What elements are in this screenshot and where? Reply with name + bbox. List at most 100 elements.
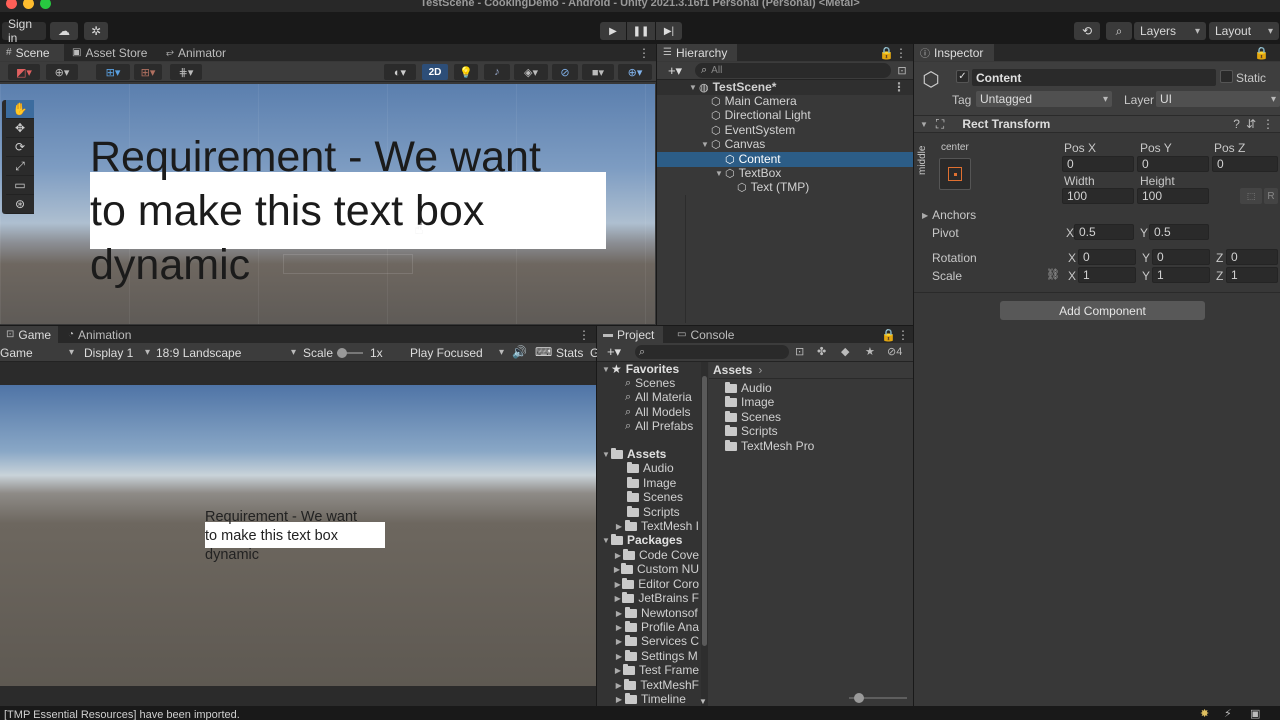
favorite-star-icon[interactable]: ★ xyxy=(865,345,875,358)
package-item[interactable]: ▶ Settings M xyxy=(613,649,699,664)
favorite-item[interactable]: ⌕ All Models xyxy=(625,405,699,420)
hierarchy-scene-row[interactable]: ▼ ◍ TestScene* ⋮ xyxy=(657,80,913,95)
project-search-input[interactable]: ⌕ xyxy=(635,345,789,359)
scale-x-field[interactable]: 1 xyxy=(1078,267,1136,283)
width-field[interactable]: 100 xyxy=(1062,188,1134,204)
tab-scene[interactable]: # Scene xyxy=(0,44,64,61)
lock-icon[interactable]: 🔒 xyxy=(879,44,894,61)
asset-folder-item[interactable]: Scripts xyxy=(627,505,699,520)
component-menu-icon[interactable]: ⋮ xyxy=(1262,117,1274,131)
snap-icon[interactable]: ⊞▾ xyxy=(134,64,162,80)
preset-icon[interactable]: ⇵ xyxy=(1246,117,1256,131)
effects-icon[interactable]: ◈▾ xyxy=(514,64,548,80)
tag-icon[interactable]: ◆ xyxy=(841,345,849,358)
tab-asset-store[interactable]: ▣ Asset Store xyxy=(66,44,158,61)
scene-menu-button[interactable]: ⋮ xyxy=(638,44,652,61)
asset-folder-item[interactable]: Image xyxy=(627,476,699,491)
scale-tool-icon[interactable]: ⤢ xyxy=(6,157,34,176)
stats-button[interactable]: Stats xyxy=(556,346,583,360)
hierarchy-item-text-tmp[interactable]: ⬡ Text (TMP) xyxy=(657,180,913,195)
favorite-item[interactable]: ⌕ Scenes xyxy=(625,376,699,391)
anchor-presets-button[interactable] xyxy=(939,158,971,190)
audio-icon[interactable]: ♪ xyxy=(484,64,510,80)
collapse-arrow-icon[interactable]: ▼ xyxy=(920,120,928,129)
rotation-y-field[interactable]: 0 xyxy=(1152,249,1210,265)
pause-button[interactable]: ❚❚ xyxy=(627,22,655,40)
anchors-foldout[interactable]: ▶ Anchors xyxy=(922,208,976,222)
tab-project[interactable]: ▬ Project xyxy=(597,326,663,343)
package-item[interactable]: ▶ Test Frame xyxy=(613,663,699,678)
layer-dropdown[interactable]: UI xyxy=(1156,91,1280,107)
scrollbar-thumb[interactable] xyxy=(702,376,707,646)
mode-2d-toggle[interactable]: 2D xyxy=(422,64,448,80)
pos-y-field[interactable]: 0 xyxy=(1137,156,1209,172)
history-icon[interactable]: ⟲ xyxy=(1074,22,1100,40)
constrain-proportions-icon[interactable]: ⛓ xyxy=(1046,268,1060,281)
package-item[interactable]: ▶ Timeline xyxy=(613,692,699,707)
asset-list-item[interactable]: Scenes xyxy=(725,410,905,425)
layers-dropdown[interactable]: Layers xyxy=(1134,22,1206,40)
scene-filter-icon[interactable]: ⊡ xyxy=(895,63,909,78)
asset-list-item[interactable]: Image xyxy=(725,395,905,410)
cache-server-icon[interactable]: ⚡ xyxy=(1224,707,1232,720)
scroll-down-arrow-icon[interactable]: ▼ xyxy=(699,697,707,706)
rotate-tool-icon[interactable]: ⟳ xyxy=(6,138,34,157)
add-component-button[interactable]: Add Component xyxy=(1000,301,1205,320)
sign-in-button[interactable]: Sign in xyxy=(2,17,46,45)
tag-dropdown[interactable]: Untagged xyxy=(976,91,1112,107)
hierarchy-item-main-camera[interactable]: ⬡ Main Camera xyxy=(657,94,913,109)
favorite-item[interactable]: ⌕ All Materia xyxy=(625,390,699,405)
hierarchy-item-content[interactable]: ⬡ Content xyxy=(657,152,913,167)
lock-icon[interactable]: 🔒 xyxy=(881,326,896,343)
game-mode-dropdown[interactable]: Game xyxy=(0,345,74,360)
play-mode-dropdown[interactable]: Play Focused xyxy=(410,345,504,360)
tab-console[interactable]: ▭ Console xyxy=(671,326,743,343)
pos-z-field[interactable]: 0 xyxy=(1212,156,1278,172)
help-icon[interactable]: ? xyxy=(1233,117,1240,131)
keyboard-icon[interactable]: ⌨ xyxy=(535,345,552,359)
favorite-item[interactable]: ⌕ All Prefabs xyxy=(625,419,699,434)
tab-animator[interactable]: ⥂ Animator xyxy=(160,44,240,61)
hierarchy-item-directional-light[interactable]: ⬡ Directional Light xyxy=(657,108,913,123)
breadcrumb-item[interactable]: Assets xyxy=(713,363,752,377)
favorites-header[interactable]: ▼ ★ Favorites xyxy=(601,362,699,377)
rotation-z-field[interactable]: 0 xyxy=(1226,249,1278,265)
mute-audio-icon[interactable]: 🔊 xyxy=(512,345,527,359)
create-asset-button[interactable]: +▾ xyxy=(601,344,627,360)
shading-mode-button[interactable]: ◐▾ xyxy=(384,64,416,80)
pos-x-field[interactable]: 0 xyxy=(1062,156,1134,172)
hierarchy-menu-button[interactable]: ⋮ xyxy=(895,44,909,61)
move-tool-icon[interactable]: ✥ xyxy=(6,119,34,138)
create-button[interactable]: +▾ xyxy=(661,63,689,78)
search-icon[interactable]: ⌕ xyxy=(1106,22,1132,40)
search-by-type-icon[interactable]: ⊡ xyxy=(795,345,804,358)
height-field[interactable]: 100 xyxy=(1137,188,1209,204)
grid-snap-button[interactable]: ⊞▾ xyxy=(96,64,130,80)
scene-text[interactable]: Requirement - We want to make this text … xyxy=(90,130,610,292)
package-item[interactable]: ▶ Profile Ana xyxy=(613,620,699,635)
expand-arrow-icon[interactable]: ▼ xyxy=(687,83,699,92)
package-item[interactable]: ▶ TextMeshF xyxy=(613,678,699,693)
tab-inspector[interactable]: ⓘ Inspector xyxy=(914,44,994,61)
icon-size-slider-thumb[interactable] xyxy=(853,693,864,703)
lock-icon[interactable]: 🔒 xyxy=(1254,44,1269,61)
expand-arrow-icon[interactable]: ▼ xyxy=(699,140,711,149)
rotation-x-field[interactable]: 0 xyxy=(1078,249,1136,265)
hidden-packages-toggle[interactable]: ⊘ 4 xyxy=(887,345,902,359)
increment-snap-icon[interactable]: ⋕▾ xyxy=(170,64,202,80)
package-item[interactable]: ▶ JetBrains F xyxy=(613,591,699,606)
package-item[interactable]: ▶ Newtonsof xyxy=(613,606,699,621)
packages-header[interactable]: ▼ Packages xyxy=(601,533,699,548)
active-checkbox[interactable]: ✓ xyxy=(956,70,969,83)
asset-folder-item[interactable]: Audio xyxy=(627,461,699,476)
asset-list-item[interactable]: Scripts xyxy=(725,424,905,439)
rect-transform-header[interactable]: ▼ ⛶ Rect Transform ? ⇵ ⋮ xyxy=(914,116,1280,133)
collab-icon[interactable]: ✲ xyxy=(84,22,108,40)
scale-slider-thumb[interactable] xyxy=(337,348,347,358)
static-checkbox[interactable] xyxy=(1220,70,1233,83)
scale-y-field[interactable]: 1 xyxy=(1152,267,1210,283)
tab-hierarchy[interactable]: ☰ Hierarchy xyxy=(657,44,737,61)
project-tree-scrollbar[interactable] xyxy=(701,362,708,706)
display-dropdown[interactable]: Display 1 xyxy=(84,345,150,360)
tab-animation[interactable]: ◔ Animation xyxy=(62,326,142,343)
